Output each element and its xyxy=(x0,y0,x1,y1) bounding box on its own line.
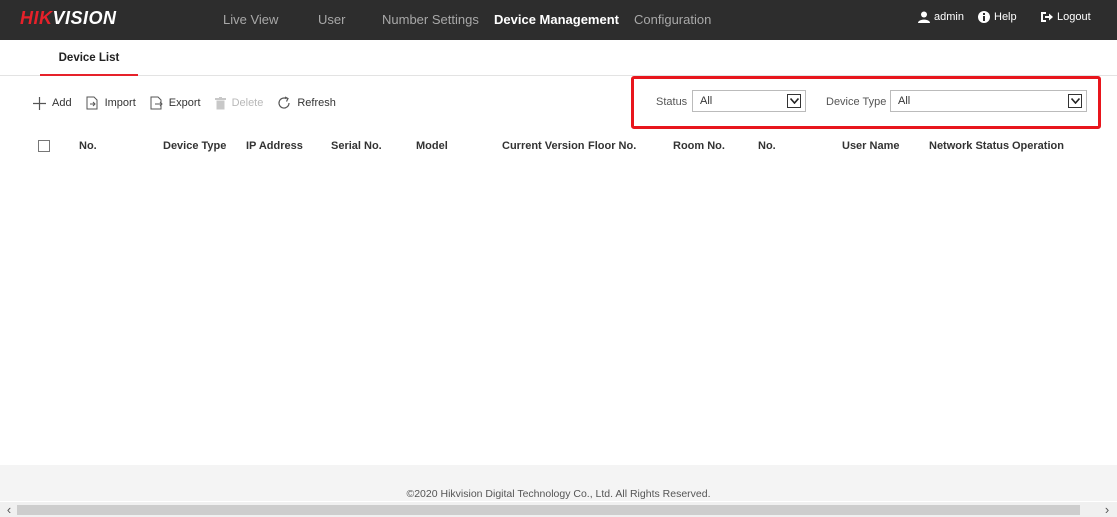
plus-icon xyxy=(33,96,46,110)
nav-user[interactable]: User xyxy=(318,12,345,27)
help-label: Help xyxy=(994,11,1017,23)
device-toolbar: Add Import Export Delete Refresh xyxy=(33,94,350,112)
import-label: Import xyxy=(104,97,136,109)
device-type-select-value: All xyxy=(898,95,911,107)
import-icon xyxy=(86,96,98,110)
chevron-down-icon xyxy=(787,94,801,108)
scroll-right-icon[interactable]: › xyxy=(1100,503,1114,516)
column-header-device-type: Device Type xyxy=(163,140,227,152)
tab-device-list[interactable]: Device List xyxy=(40,40,138,76)
hikvision-logo: HIKVISION xyxy=(20,8,117,28)
column-header-no-2: No. xyxy=(758,140,776,152)
add-button[interactable]: Add xyxy=(33,96,72,110)
username-label: admin xyxy=(934,11,964,23)
refresh-label: Refresh xyxy=(297,97,336,109)
nav-configuration[interactable]: Configuration xyxy=(634,12,711,27)
device-type-select[interactable]: All xyxy=(890,90,1087,112)
delete-button[interactable]: Delete xyxy=(214,96,264,110)
nav-device-management[interactable]: Device Management xyxy=(494,12,619,27)
copyright-text: ©2020 Hikvision Digital Technology Co., … xyxy=(406,488,711,500)
column-header-network-status: Network Status xyxy=(929,140,1010,152)
column-header-model: Model xyxy=(416,140,448,152)
add-label: Add xyxy=(52,97,72,109)
column-header-ip-address: IP Address xyxy=(246,140,303,152)
refresh-button[interactable]: Refresh xyxy=(277,96,336,110)
status-select[interactable]: All xyxy=(692,90,806,112)
horizontal-scrollbar[interactable]: ‹ › xyxy=(0,502,1117,517)
logout-label: Logout xyxy=(1057,11,1091,23)
logout-button[interactable]: Logout xyxy=(1040,11,1091,23)
column-header-room-no: Room No. xyxy=(673,140,725,152)
delete-label: Delete xyxy=(231,97,264,109)
status-select-value: All xyxy=(700,95,713,107)
export-label: Export xyxy=(168,97,201,109)
trash-icon xyxy=(214,96,226,109)
device-table-header: No. Device Type IP Address Serial No. Mo… xyxy=(0,132,1117,160)
status-filter-label: Status xyxy=(656,96,688,108)
nav-live-view[interactable]: Live View xyxy=(223,12,278,27)
device-type-filter-label: Device Type xyxy=(826,96,887,108)
column-header-floor-no: Floor No. xyxy=(588,140,637,152)
scrollbar-thumb[interactable] xyxy=(17,505,1080,515)
info-icon xyxy=(978,11,990,23)
chevron-down-icon xyxy=(1068,94,1082,108)
column-header-operation: Operation xyxy=(1012,140,1064,152)
logout-icon xyxy=(1041,12,1053,22)
user-icon xyxy=(918,11,930,23)
nav-number-settings[interactable]: Number Settings xyxy=(382,12,479,27)
column-header-serial-no: Serial No. xyxy=(331,140,382,152)
export-icon xyxy=(150,96,163,110)
export-button[interactable]: Export xyxy=(150,96,201,110)
sub-tab-bar: Device List xyxy=(0,40,1117,76)
help-button[interactable]: Help xyxy=(978,11,1017,23)
refresh-icon xyxy=(278,96,290,109)
column-header-current-version: Current Version xyxy=(502,140,585,152)
import-button[interactable]: Import xyxy=(86,96,136,110)
user-menu[interactable]: admin xyxy=(918,11,964,23)
column-header-user-name: User Name xyxy=(842,140,900,152)
top-nav-bar: HIKVISION Live View User Number Settings… xyxy=(0,0,1117,40)
column-header-no: No. xyxy=(79,140,97,152)
scroll-left-icon[interactable]: ‹ xyxy=(2,503,16,516)
